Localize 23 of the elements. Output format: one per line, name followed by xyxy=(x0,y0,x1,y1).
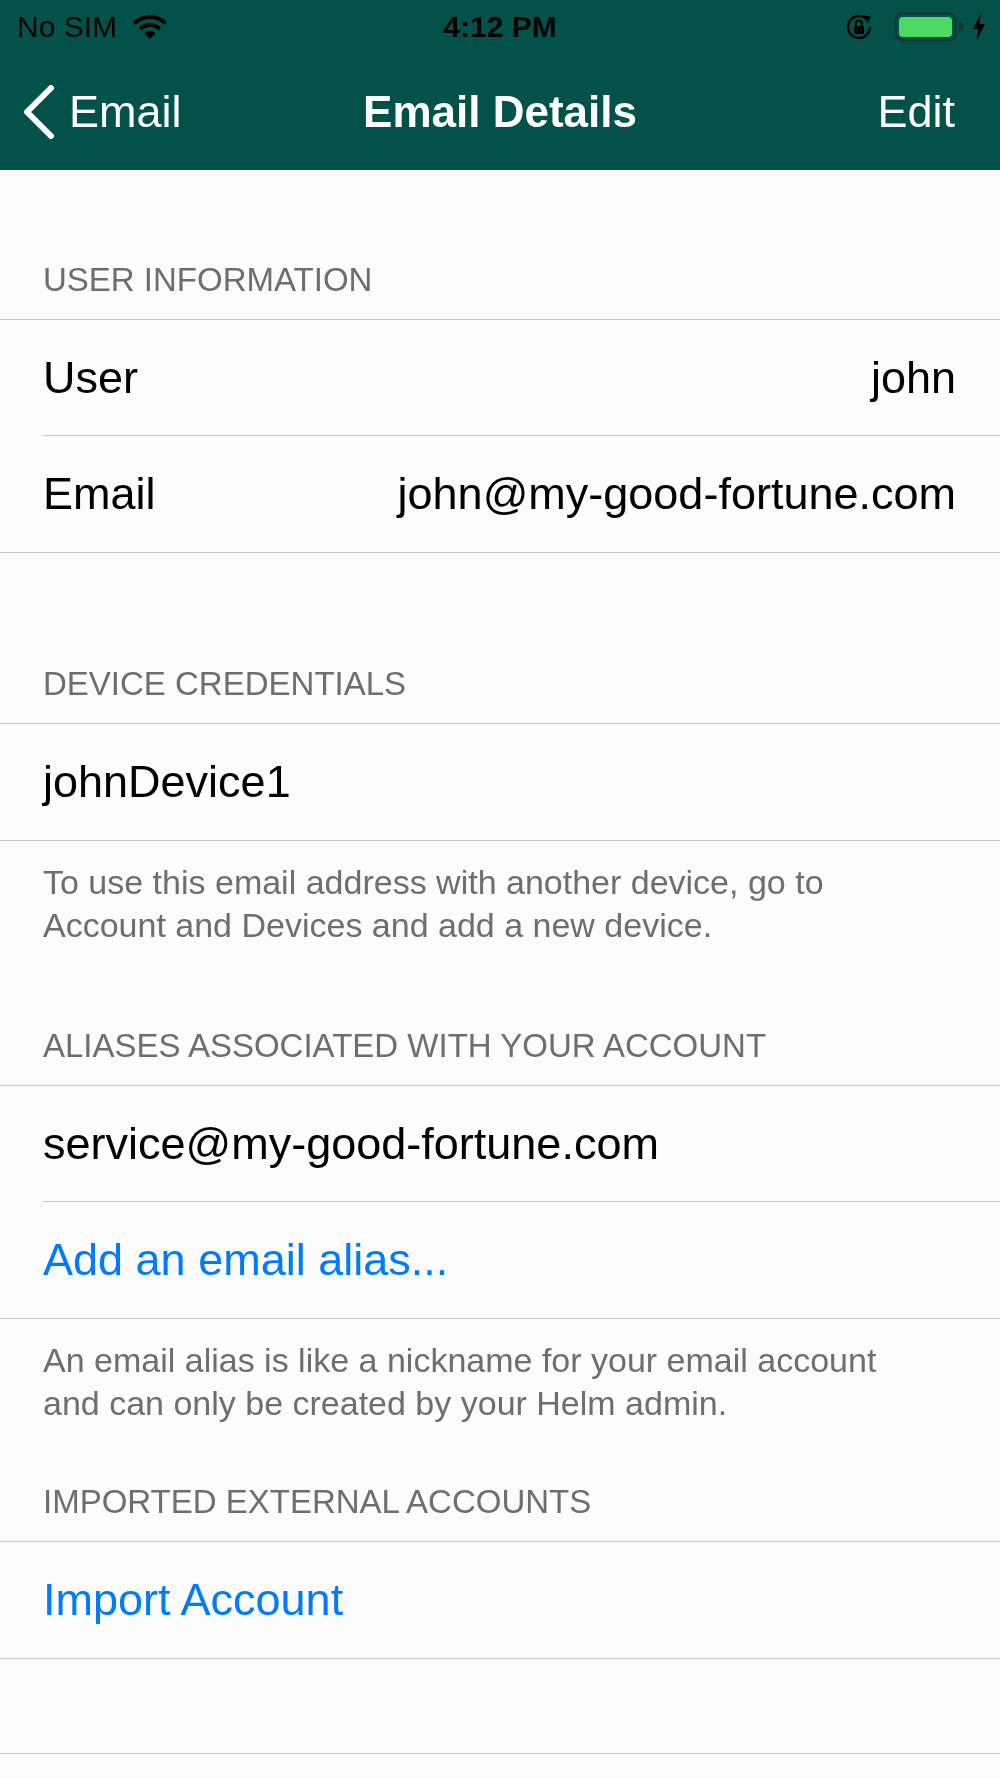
chevron-left-icon xyxy=(23,85,55,139)
orientation-lock-icon xyxy=(844,12,874,42)
section-footer-text: To use this email address with another device, go to Account and Devices and add a new device. xyxy=(43,862,825,946)
section-header: ALIASES ASSOCIATED WITH YOUR ACCOUNT xyxy=(43,1026,767,1066)
row-value: john@my-good-fortune.com xyxy=(397,467,956,521)
row-label: User xyxy=(43,350,138,405)
screen-title: Email Details xyxy=(363,86,637,138)
row-value: john xyxy=(870,350,956,405)
charging-bolt-icon xyxy=(972,13,986,41)
action-link[interactable]: Add an email alias... xyxy=(43,1233,449,1287)
back-button[interactable]: Email xyxy=(23,85,182,139)
cell-text: johnDevice1 xyxy=(43,755,291,809)
carrier-label: No SIM xyxy=(17,9,118,45)
section-header: DEVICE CREDENTIALS xyxy=(43,664,407,704)
section-header: IMPORTED EXTERNAL ACCOUNTS xyxy=(43,1482,592,1522)
row-label: Email xyxy=(43,467,156,521)
battery-icon xyxy=(894,12,964,42)
action-link[interactable]: Import Account xyxy=(43,1573,344,1627)
status-time: 4:12 PM xyxy=(443,9,557,45)
section-header: USER INFORMATION xyxy=(43,260,373,300)
section-footer-text: An email alias is like a nickname for your email account and can only be created by your Helm admin. xyxy=(43,1340,878,1424)
edit-button[interactable]: Edit xyxy=(877,85,955,139)
cell-text: service@my-good-fortune.com xyxy=(43,1116,659,1171)
